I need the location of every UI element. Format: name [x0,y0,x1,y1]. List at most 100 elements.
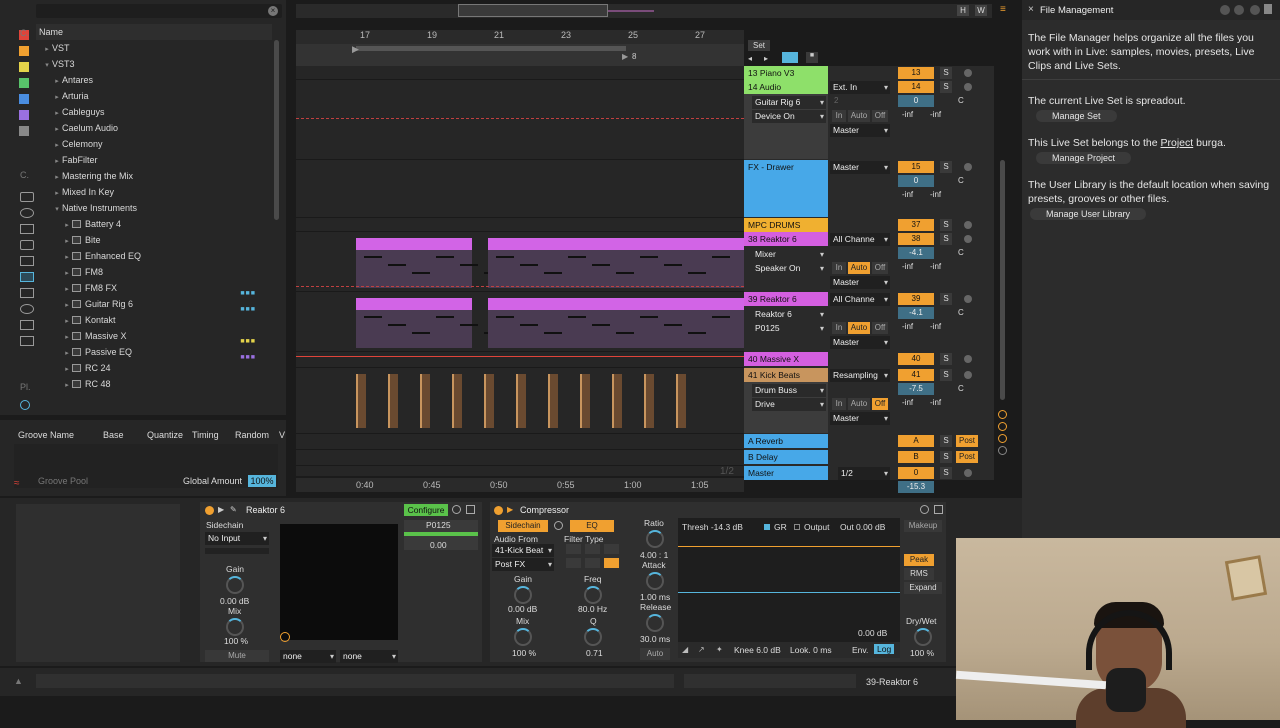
back-icon[interactable] [1220,5,1230,15]
clip-header[interactable] [356,298,472,310]
solo-button[interactable]: S [940,81,952,93]
monitor-in-button[interactable]: In [832,322,846,334]
solo-button[interactable]: S [940,467,952,479]
groove-column-header[interactable]: V [279,430,285,440]
arrangement-grid[interactable] [296,66,744,476]
track-name[interactable]: 14 Audio [744,80,828,94]
arrangement-track-lane[interactable] [296,434,744,450]
threshold-value[interactable]: Thresh -14.3 dB [682,522,743,532]
device-power-icon[interactable] [205,506,214,515]
clip-header[interactable] [356,238,472,250]
audio-clip[interactable] [676,374,686,428]
time-ruler[interactable]: 0:40 0:45 0:50 0:55 1:00 1:05 [296,478,744,492]
track-name[interactable]: 39 Reaktor 6 [744,292,828,306]
fold-icon[interactable] [466,505,475,514]
loop-start-marker[interactable]: ▶ [352,44,359,55]
overview-window[interactable] [458,4,608,17]
browser-search-bar[interactable] [36,4,282,18]
drums-icon[interactable] [20,208,34,218]
browser-item[interactable]: ▸ Antares [36,72,272,88]
track-number[interactable]: 15 [898,161,934,173]
track-name[interactable]: B Delay [744,450,828,464]
automation-dashed-line[interactable] [296,286,744,287]
arm-icon[interactable] [964,235,972,243]
automation-dashed-line[interactable] [296,118,744,119]
groove-column-header[interactable]: Random [235,430,269,440]
browser-item[interactable]: ▸ Massive X ■■■ [36,328,272,345]
manage-set-button[interactable]: Manage Set [1036,110,1117,122]
track-name[interactable]: MPC DRUMS [744,218,828,232]
solo-button[interactable]: S [940,293,952,305]
track-number[interactable]: 13 [898,67,934,79]
input-type-select[interactable]: Resampling [830,369,890,382]
knee-value[interactable]: Knee 6.0 dB [734,645,781,655]
manage-project-button[interactable]: Manage Project [1036,152,1132,164]
arm-icon[interactable] [964,83,972,91]
arrangement-track-lane[interactable] [296,450,744,466]
log-toggle[interactable]: Log [874,644,895,654]
arm-icon[interactable] [964,469,972,477]
automation-line[interactable] [296,356,744,357]
audio-effects-icon[interactable] [20,240,34,250]
instruments-icon[interactable] [20,224,34,234]
output-select[interactable]: Master [830,336,890,349]
collection-yellow-icon[interactable] [19,62,29,72]
browser-item[interactable]: ▸ Guitar Rig 6 ■■■ [36,296,272,313]
plugin-display[interactable] [280,524,398,640]
browser-item[interactable]: ▸ FM8 FX ■■■ [36,280,272,297]
close-icon[interactable]: × [268,6,278,16]
parameter-chooser-select[interactable]: Device On [752,110,826,123]
peak-button[interactable]: Peak [904,554,934,566]
track-number[interactable]: 40 [898,353,934,365]
pan-center[interactable]: C [958,308,964,317]
solo-button[interactable]: S [940,161,952,173]
input-type-select[interactable]: Ext. In [830,81,890,94]
gain-knob[interactable] [226,576,244,594]
device-chooser-select[interactable]: Drum Buss [752,384,826,397]
browser-item[interactable]: ▾ VST3 [36,56,272,72]
arrangement-track-lane[interactable] [296,352,744,368]
collection-orange-icon[interactable] [19,46,29,56]
monitor-auto-button[interactable]: Auto [848,322,870,334]
monitor-off-button[interactable]: Off [872,398,888,410]
monitor-in-button[interactable]: In [832,262,846,274]
collection-purple-icon[interactable] [19,110,29,120]
track-number[interactable]: 37 [898,219,934,231]
eq-toggle[interactable]: EQ [570,520,614,532]
send-post-button[interactable]: Post [956,451,978,463]
configure-button[interactable]: Configure [404,504,448,516]
audio-clip[interactable] [484,374,494,428]
forward-icon[interactable] [1234,5,1244,15]
close-icon[interactable]: × [1028,4,1034,15]
peak-filter-icon[interactable] [585,558,600,568]
output-select[interactable]: Master [830,412,890,425]
midi-clip[interactable] [488,238,744,288]
input-type-select[interactable]: All Channe [830,293,890,306]
nav-left-icon[interactable]: ◂ [748,54,752,63]
record-icon-b[interactable] [998,422,1007,431]
fold-icon[interactable] [934,505,943,514]
preset-param[interactable]: P0125 0.00 [404,520,478,550]
browser-scrollbar[interactable] [274,40,279,220]
highpass-filter-icon[interactable] [604,544,619,554]
wrench-icon[interactable]: ✎ [230,505,237,514]
lookahead-icon[interactable]: ◢ [682,645,688,654]
audio-clip[interactable] [388,374,398,428]
monitor-auto-button[interactable]: Auto [848,398,870,410]
device-power-icon[interactable] [494,506,503,515]
index-icon[interactable] [1250,5,1260,15]
collapse-icon[interactable]: ✦ [716,645,723,654]
output-select[interactable]: Master [830,124,890,137]
listen-icon[interactable] [554,521,563,530]
monitor-off-button[interactable]: Off [872,110,888,122]
rms-button[interactable]: RMS [904,568,934,580]
groove-column-header[interactable]: Timing [192,430,219,440]
audio-clip[interactable] [548,374,558,428]
record-icons[interactable] [998,410,1008,455]
nav-right-icon[interactable]: ▸ [764,54,768,63]
collection-green-icon[interactable] [19,78,29,88]
browser-item[interactable]: ▸ Mastering the Mix [36,168,272,184]
arrangement-track-lane[interactable] [296,218,744,232]
track-number[interactable]: 0 [898,467,934,479]
groove-column-header[interactable]: Groove Name [18,430,74,440]
